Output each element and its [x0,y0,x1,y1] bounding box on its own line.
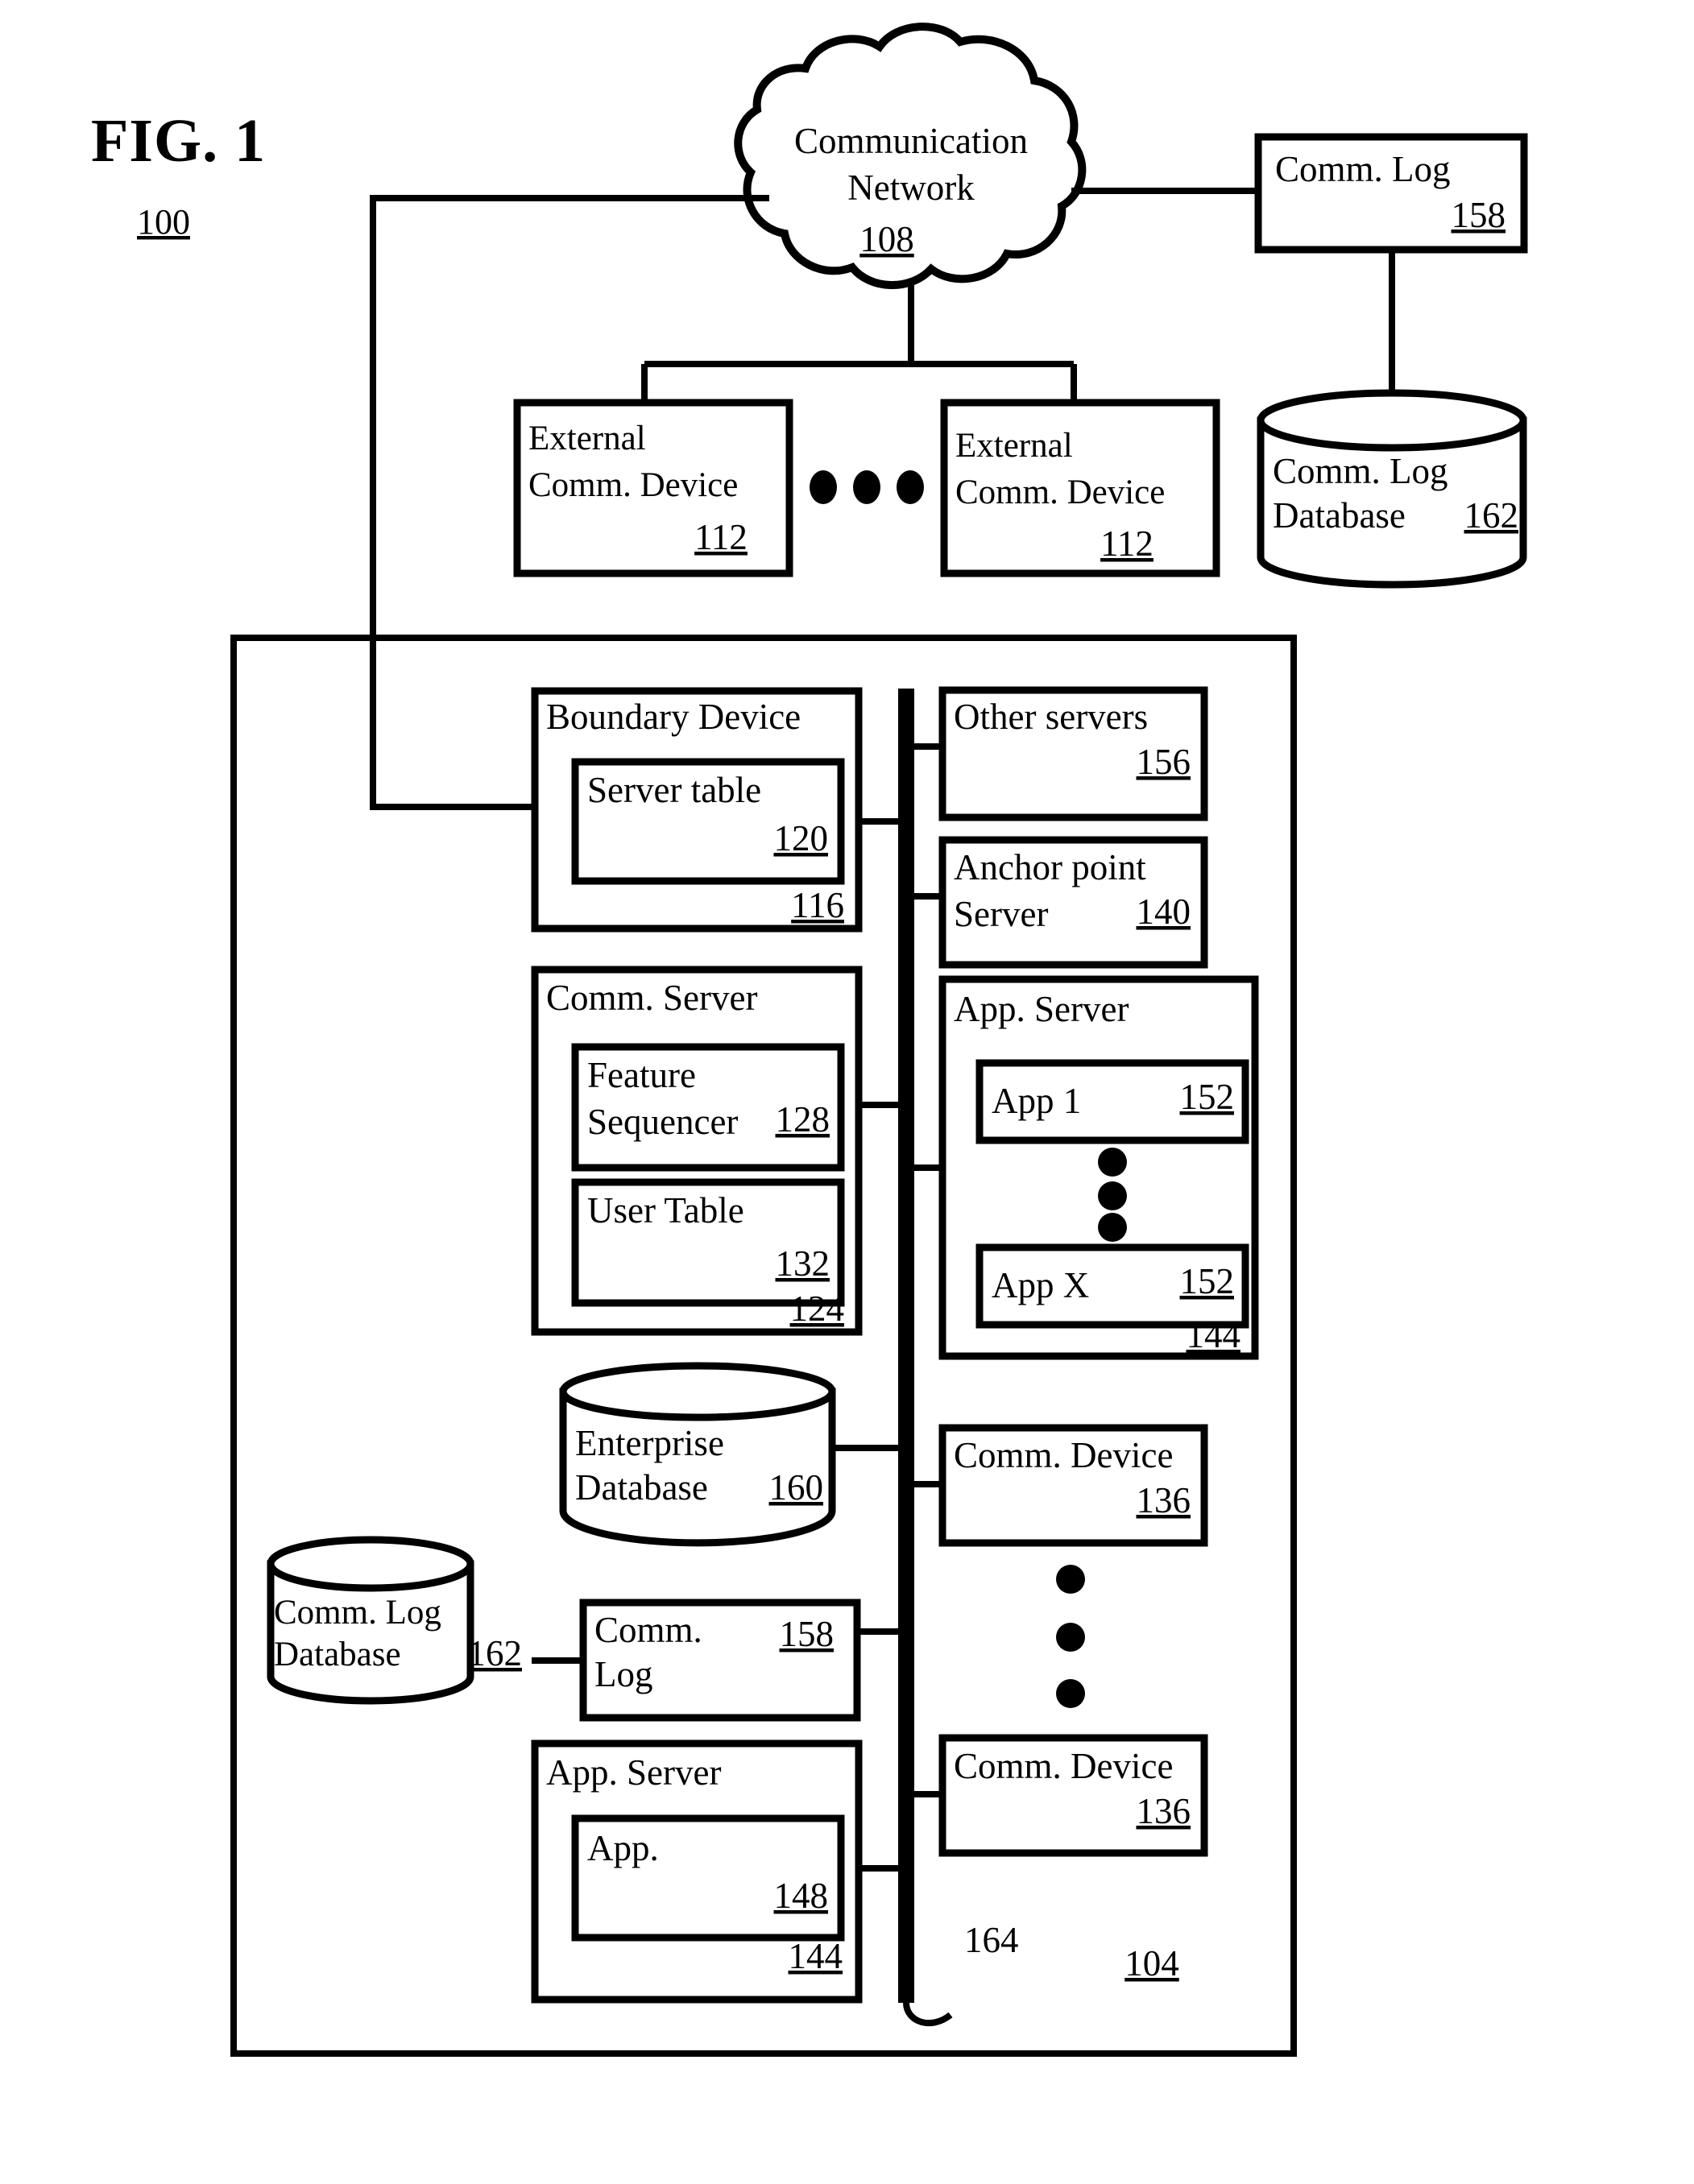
app-ellipsis-dot-3 [1098,1213,1127,1242]
comm-log-database-lower-top-ellipse [267,1536,474,1592]
external-comm-device-1-line1: External [528,420,646,457]
comm-log-lower-line1: Comm. [594,1610,702,1650]
external-comm-device-1-ref: 112 [694,517,748,557]
comm-server-box: Comm. Server Feature Sequencer 128 User … [531,966,863,1336]
app-server-right-ref: 144 [1187,1315,1241,1355]
anchor-point-server-ref: 140 [1137,891,1191,932]
app-1-label: App 1 [992,1081,1081,1121]
enterprise-database-ref: 160 [769,1467,824,1508]
enterprise-bus-ref: 164 [964,1920,1019,1960]
comm-log-database-lower-line1: Comm. Log [274,1594,441,1632]
app-server-lower-ref: 144 [789,1936,843,1976]
comm-device-ellipsis-dot-1 [1056,1565,1085,1594]
feature-sequencer-ref: 128 [776,1099,830,1140]
cloud-to-external-devices-connector [641,280,1077,403]
communication-network-cloud: Communication Network 108 [734,23,1087,289]
comm-log-database-lower-ref: 162 [468,1633,523,1673]
feature-sequencer-line1: Feature [587,1055,696,1095]
enterprise-network-ref: 104 [1125,1943,1179,1983]
comm-devices-ellipsis [1056,1565,1085,1708]
boundary-device-label: Boundary Device [546,697,801,737]
app-x-label: App X [992,1265,1089,1305]
enterprise-database-cylinder: Enterprise Database 160 [559,1362,836,1547]
figure-system-ref: 100 [137,202,190,242]
comm-log-lower-ref: 158 [780,1614,835,1654]
patent-figure-1: FIG. 1 100 Communication Network 108 Com… [0,0,1694,2184]
app-inner-label: App. [587,1828,659,1868]
figure-title: FIG. 1 [91,107,266,175]
external-devices-ellipsis [810,470,924,504]
ellipsis-dot-3 [897,470,924,504]
comm-log-box-top-ref: 158 [1452,195,1506,235]
enterprise-database-line1: Enterprise [575,1423,724,1463]
cloud-label-line1: Communication [794,121,1028,161]
feature-sequencer-line2: Sequencer [587,1102,738,1142]
comm-device-lower-ref: 136 [1137,1791,1191,1831]
external-comm-device-2-ref: 112 [1100,523,1153,564]
anchor-point-server-line2: Server [954,894,1048,934]
comm-device-upper-ref: 136 [1137,1480,1191,1520]
comm-server-ref: 124 [790,1288,845,1329]
cloud-label-line2: Network [847,168,975,208]
comm-device-lower-box: Comm. Device 136 [938,1734,1208,1857]
enterprise-bus-hook [903,2002,953,2026]
boundary-device-ref: 116 [791,885,844,925]
app-x-ref: 152 [1180,1261,1235,1301]
boundary-device-box: Boundary Device Server table 120 116 [531,687,863,933]
comm-log-box-lower: Comm. Log 158 [579,1599,861,1722]
comm-log-database-top-top-ellipse [1257,389,1527,452]
comm-log-box-top: Comm. Log 158 [1254,133,1528,254]
comm-device-upper-box: Comm. Device 136 [938,1424,1208,1547]
user-table-label: User Table [587,1190,744,1231]
server-table-ref: 120 [774,818,829,858]
comm-device-ellipsis-dot-3 [1056,1679,1085,1708]
other-servers-box: Other servers 156 [938,686,1208,821]
comm-log-box-top-label: Comm. Log [1275,149,1451,189]
comm-device-ellipsis-dot-2 [1056,1623,1085,1652]
app-ellipsis-dot-2 [1098,1181,1127,1210]
comm-log-database-cylinder-lower: Comm. Log Database 162 [267,1536,523,1705]
app-inner-ref: 148 [774,1876,829,1916]
external-comm-device-2-line1: External [955,427,1073,465]
app-ellipsis-dot-1 [1098,1148,1127,1177]
comm-device-upper-label: Comm. Device [954,1435,1173,1475]
other-servers-ref: 156 [1137,742,1191,782]
anchor-point-server-line1: Anchor point [954,847,1146,887]
app-server-box-lower: App. Server App. 148 144 [531,1739,863,2004]
app-1-ref: 152 [1180,1077,1235,1117]
comm-log-lower-line2: Log [594,1654,653,1694]
comm-log-database-top-line2: Database [1273,495,1406,536]
comm-log-database-cylinder-top: Comm. Log Database 162 [1257,389,1527,589]
external-comm-device-1-line2: Comm. Device [528,466,738,504]
external-comm-device-2-line2: Comm. Device [955,474,1165,511]
other-servers-label: Other servers [954,697,1148,737]
comm-log-database-top-line1: Comm. Log [1273,451,1448,491]
comm-log-database-top-ref: 162 [1464,495,1519,536]
server-table-label: Server table [587,770,761,810]
external-comm-device-1: External Comm. Device 112 [513,399,793,577]
cloud-ref: 108 [859,219,914,259]
ellipsis-dot-1 [810,470,837,504]
enterprise-database-line2: Database [575,1467,708,1508]
user-table-ref: 132 [776,1243,830,1284]
external-comm-device-2: External Comm. Device 112 [940,399,1220,577]
ellipsis-dot-2 [853,470,880,504]
app-server-box-right: App. Server App 1 152 App X 152 144 [938,975,1259,1360]
comm-log-database-lower-line2: Database [274,1636,401,1673]
anchor-point-server-box: Anchor point Server 140 [938,836,1208,969]
comm-server-label: Comm. Server [546,978,757,1018]
enterprise-database-top-ellipse [559,1362,836,1421]
app-server-lower-label: App. Server [546,1752,721,1793]
diagram-canvas: FIG. 1 100 Communication Network 108 Com… [91,23,1528,2057]
app-server-right-label: App. Server [954,989,1129,1029]
comm-device-lower-label: Comm. Device [954,1746,1173,1786]
